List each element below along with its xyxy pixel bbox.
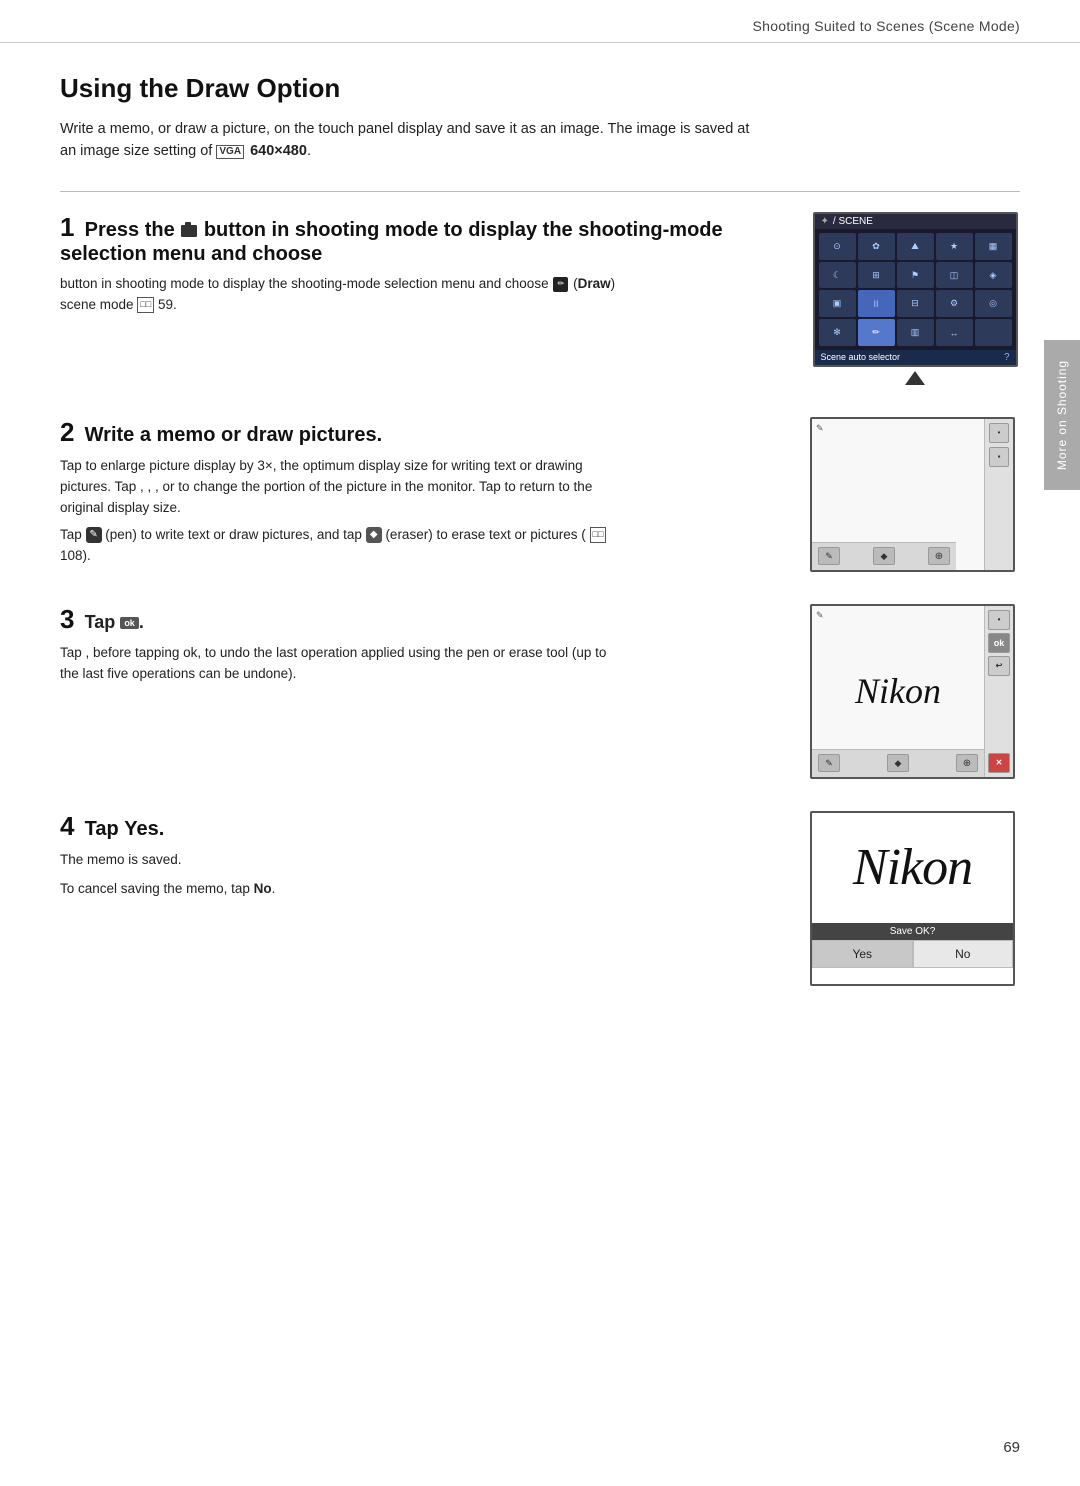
arrow-icon <box>905 371 925 385</box>
book-ref-1: □□ <box>137 297 154 313</box>
nikon-text-display: Nikon <box>855 670 941 712</box>
eraser-icon: ◆ <box>366 527 382 543</box>
step-1-body: button in shooting mode to display the s… <box>60 274 620 316</box>
ok-button[interactable]: ok <box>988 633 1010 653</box>
side-tab: More on Shooting <box>1044 340 1080 490</box>
step-2-right: ✎ ✎ ◆ ⊕ • ▪ <box>810 417 1020 572</box>
screen3-sidebar: • ok ↩ ✕ <box>985 606 1013 777</box>
side-tab-label: More on Shooting <box>1055 360 1069 470</box>
save-screen-nikon: Nikon <box>812 813 1013 923</box>
scene-cell: ▣ <box>819 290 856 317</box>
nikon-draw-screen: ✎ Nikon ✎ ◆ ⊕ • ok ↩ ✕ <box>810 604 1015 779</box>
sidebar-dot-1[interactable]: • <box>988 610 1010 630</box>
scene-cell: ◈ <box>975 262 1012 289</box>
scene-cell: ⊙ <box>819 233 856 260</box>
book-ref-2: □□ <box>590 527 607 543</box>
scene-cell: ☾ <box>819 262 856 289</box>
step-1-row: 1 Press the button in shooting mode to d… <box>60 212 1020 385</box>
step-3-left: 3 Tap ok. Tap , before tapping ok, to un… <box>60 604 810 685</box>
ok-icon: ok <box>120 617 139 629</box>
arrow-up <box>905 371 925 385</box>
scene-cell: ⛰ <box>897 233 934 260</box>
step-1-right: ✦ / SCENE ⊙ ✿ ⛰ ★ ▦ ☾ ⊞ <box>810 212 1020 385</box>
pen-tool-btn[interactable]: ✎ <box>818 547 840 565</box>
divider-1 <box>60 191 1020 192</box>
step-4-row: 4 Tap Yes. The memo is saved. To cancel … <box>60 811 1020 986</box>
save-confirm-screen: Nikon Save OK? Yes No <box>810 811 1015 986</box>
screen3-edit-icon: ✎ <box>816 610 824 621</box>
scene-cell: ⚑ <box>897 262 934 289</box>
eraser-tool-btn[interactable]: ◆ <box>873 547 895 565</box>
sidebar-btn-1[interactable]: • <box>989 423 1009 443</box>
screen2-sidebar: • ▪ <box>985 419 1013 570</box>
close-button[interactable]: ✕ <box>988 753 1010 773</box>
step-2-body: Tap to enlarge picture display by 3×, th… <box>60 456 620 567</box>
scene-cell: ★ <box>936 233 973 260</box>
draw-canvas-screen: ✎ ✎ ◆ ⊕ • ▪ <box>810 417 1015 572</box>
pen-icon: ✎ <box>86 527 102 543</box>
yes-button[interactable]: Yes <box>812 940 913 968</box>
camera-icon <box>181 225 197 237</box>
pen-btn-3[interactable]: ✎ <box>818 754 840 772</box>
page-number: 69 <box>1003 1439 1020 1456</box>
undo-button[interactable]: ↩ <box>988 656 1010 676</box>
scene-cell: ◫ <box>936 262 973 289</box>
step-2-heading-row: 2 Write a memo or draw pictures. <box>60 417 790 448</box>
step-4-heading-row: 4 Tap Yes. <box>60 811 790 842</box>
screen2-canvas: ✎ ✎ ◆ ⊕ <box>812 419 985 570</box>
scene-cell: ◎ <box>975 290 1012 317</box>
step-4-left: 4 Tap Yes. The memo is saved. To cancel … <box>60 811 810 900</box>
eraser-btn-3[interactable]: ◆ <box>887 754 909 772</box>
scene-cell: ▦ <box>975 233 1012 260</box>
scene-header: ✦ / SCENE <box>815 214 1016 229</box>
screen3-canvas: ✎ Nikon ✎ ◆ ⊕ <box>812 606 985 777</box>
main-content: Using the Draw Option Write a memo, or d… <box>0 43 1080 1058</box>
draw-icon: ✏ <box>553 277 568 292</box>
scene-cell: II <box>858 290 895 317</box>
step-4-right: Nikon Save OK? Yes No <box>810 811 1020 986</box>
step-3-right: ✎ Nikon ✎ ◆ ⊕ • ok ↩ ✕ <box>810 604 1020 779</box>
step-2-row: 2 Write a memo or draw pictures. Tap to … <box>60 417 1020 572</box>
page: Shooting Suited to Scenes (Scene Mode) U… <box>0 0 1080 1486</box>
save-buttons: Yes No <box>812 940 1013 968</box>
zoom-btn-3[interactable]: ⊕ <box>956 754 978 772</box>
step-4-body: The memo is saved. To cancel saving the … <box>60 850 620 900</box>
screen2-toolbar: ✎ ◆ ⊕ <box>812 542 956 570</box>
zoom-btn[interactable]: ⊕ <box>928 547 950 565</box>
scene-mode-screen: ✦ / SCENE ⊙ ✿ ⛰ ★ ▦ ☾ ⊞ <box>813 212 1018 367</box>
step-1-heading-row: 1 Press the button in shooting mode to d… <box>60 212 790 266</box>
scene-cell: ✻ <box>819 319 856 346</box>
scene-cell <box>975 319 1012 346</box>
header-title: Shooting Suited to Scenes (Scene Mode) <box>753 18 1020 34</box>
save-ok-bar: Save OK? <box>812 923 1013 940</box>
step-4-heading: Tap Yes. <box>85 818 165 840</box>
scene-cell: ⊟ <box>897 290 934 317</box>
step-1-left: 1 Press the button in shooting mode to d… <box>60 212 810 316</box>
scene-cell: ↔ <box>936 319 973 346</box>
step-2-left: 2 Write a memo or draw pictures. Tap to … <box>60 417 810 567</box>
step-3-row: 3 Tap ok. Tap , before tapping ok, to un… <box>60 604 1020 779</box>
scene-cell-draw: ✏ <box>858 319 895 346</box>
scene-grid: ⊙ ✿ ⛰ ★ ▦ ☾ ⊞ ⚑ ◫ ◈ ▣ <box>815 229 1016 350</box>
screen3-toolbar: ✎ ◆ ⊕ <box>812 749 984 777</box>
vga-icon: VGA <box>216 145 244 159</box>
scene-bottom: Scene auto selector ? <box>815 350 1016 365</box>
step-1-image: ✦ / SCENE ⊙ ✿ ⛰ ★ ▦ ☾ ⊞ <box>810 212 1020 385</box>
step-3-heading-row: 3 Tap ok. <box>60 604 790 635</box>
step-3-heading: Tap ok. <box>85 612 144 632</box>
scene-cell: ✿ <box>858 233 895 260</box>
scene-cell: ▥ <box>897 319 934 346</box>
nikon-large-text: Nikon <box>853 838 972 897</box>
sidebar-btn-2[interactable]: ▪ <box>989 447 1009 467</box>
scene-cell: ⊞ <box>858 262 895 289</box>
scene-cell: ⚙ <box>936 290 973 317</box>
intro-text: Write a memo, or draw a picture, on the … <box>60 118 760 163</box>
screen2-edit-icon: ✎ <box>816 423 824 434</box>
step-3-body: Tap , before tapping ok, to undo the las… <box>60 643 620 685</box>
step-1-heading: Press the button in shooting mode to dis… <box>60 219 723 265</box>
page-header: Shooting Suited to Scenes (Scene Mode) <box>0 0 1080 43</box>
no-button[interactable]: No <box>913 940 1014 968</box>
step-2-heading: Write a memo or draw pictures. <box>85 424 383 446</box>
page-title: Using the Draw Option <box>60 73 1020 104</box>
